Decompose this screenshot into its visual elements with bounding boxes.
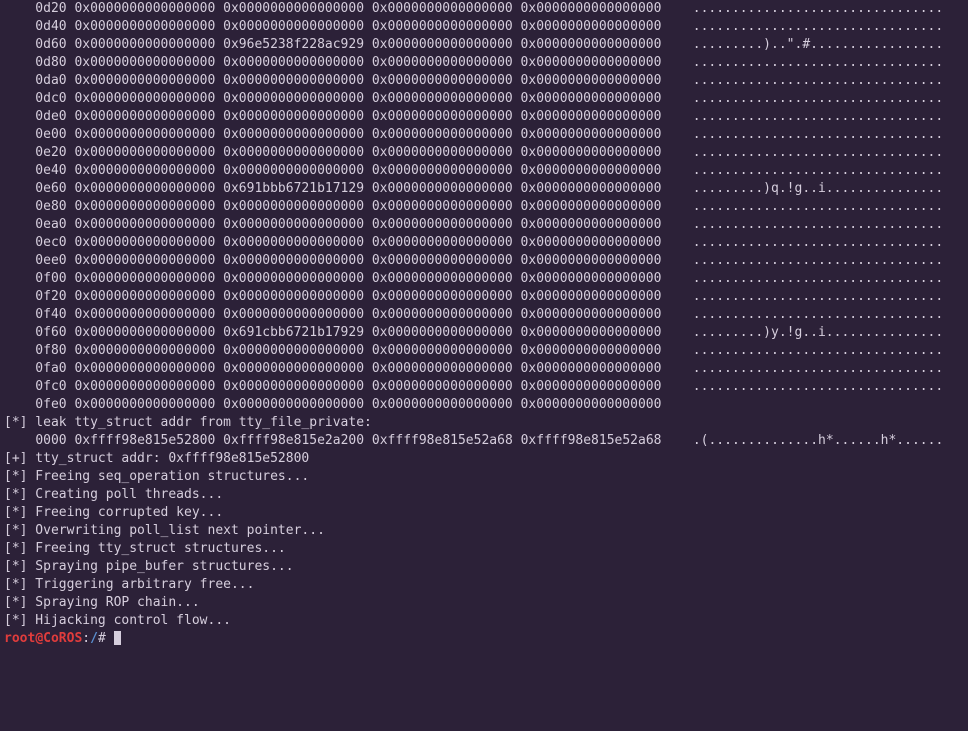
hexdump-row: 0e00 0x0000000000000000 0x00000000000000… (4, 126, 964, 144)
leak-c2: 0xffff98e815e2a200 (223, 433, 364, 448)
cursor-icon (114, 631, 121, 645)
leak-c1: 0xffff98e815e52800 (74, 433, 215, 448)
log-line: [*] Spraying ROP chain... (4, 594, 964, 612)
log-leak-header: [*] leak tty_struct addr from tty_file_p… (4, 414, 964, 432)
prompt-sep: : (82, 631, 90, 646)
leak-row: 0000 0xffff98e815e52800 0xffff98e815e2a2… (4, 432, 964, 450)
hexdump-row: 0e60 0x0000000000000000 0x691bbb6721b171… (4, 180, 964, 198)
hexdump-row: 0e40 0x0000000000000000 0x00000000000000… (4, 162, 964, 180)
log-tty-addr: [+] tty_struct addr: 0xffff98e815e52800 (4, 450, 964, 468)
hexdump-row: 0f60 0x0000000000000000 0x691cbb6721b179… (4, 324, 964, 342)
terminal[interactable]: 0d20 0x0000000000000000 0x00000000000000… (0, 0, 968, 648)
log-line: [*] Spraying pipe_bufer structures... (4, 558, 964, 576)
hexdump-row: 0d20 0x0000000000000000 0x00000000000000… (4, 0, 964, 18)
log-line: [*] Overwriting poll_list next pointer..… (4, 522, 964, 540)
log-line: [*] Freeing seq_operation structures... (4, 468, 964, 486)
hexdump-row: 0f40 0x0000000000000000 0x00000000000000… (4, 306, 964, 324)
hexdump-row: 0f80 0x0000000000000000 0x00000000000000… (4, 342, 964, 360)
leak-offset: 0000 (35, 433, 66, 448)
leak-c3: 0xffff98e815e52a68 (372, 433, 513, 448)
hexdump-row: 0ea0 0x0000000000000000 0x00000000000000… (4, 216, 964, 234)
hexdump-row: 0ec0 0x0000000000000000 0x00000000000000… (4, 234, 964, 252)
log-line: [*] Freeing corrupted key... (4, 504, 964, 522)
hexdump-row: 0f20 0x0000000000000000 0x00000000000000… (4, 288, 964, 306)
log-line: [*] Triggering arbitrary free... (4, 576, 964, 594)
log-line: [*] Creating poll threads... (4, 486, 964, 504)
hexdump-row: 0ee0 0x0000000000000000 0x00000000000000… (4, 252, 964, 270)
hexdump-row: 0de0 0x0000000000000000 0x00000000000000… (4, 108, 964, 126)
hexdump-row: 0f00 0x0000000000000000 0x00000000000000… (4, 270, 964, 288)
leak-c4: 0xffff98e815e52a68 (521, 433, 662, 448)
hexdump-row: 0da0 0x0000000000000000 0x00000000000000… (4, 72, 964, 90)
prompt-host: CoROS (43, 631, 82, 646)
hexdump-row: 0d40 0x0000000000000000 0x00000000000000… (4, 18, 964, 36)
hexdump-row: 0dc0 0x0000000000000000 0x00000000000000… (4, 90, 964, 108)
prompt-at: @ (35, 631, 43, 646)
prompt-user: root (4, 631, 35, 646)
hexdump-row: 0fc0 0x0000000000000000 0x00000000000000… (4, 378, 964, 396)
prompt-path: / (90, 631, 98, 646)
hexdump-row: 0e80 0x0000000000000000 0x00000000000000… (4, 198, 964, 216)
hexdump-row: 0fa0 0x0000000000000000 0x00000000000000… (4, 360, 964, 378)
hexdump-row: 0d80 0x0000000000000000 0x00000000000000… (4, 54, 964, 72)
hexdump-row: 0d60 0x0000000000000000 0x96e5238f228ac9… (4, 36, 964, 54)
hexdump-row: 0fe0 0x0000000000000000 0x00000000000000… (4, 396, 964, 414)
leak-ascii: .(..............h*......h*...... (693, 433, 943, 448)
log-line: [*] Hijacking control flow... (4, 612, 964, 630)
hexdump-row: 0e20 0x0000000000000000 0x00000000000000… (4, 144, 964, 162)
log-line: [*] Freeing tty_struct structures... (4, 540, 964, 558)
prompt-hash: # (98, 631, 106, 646)
shell-prompt[interactable]: root@CoROS:/# (4, 630, 964, 648)
